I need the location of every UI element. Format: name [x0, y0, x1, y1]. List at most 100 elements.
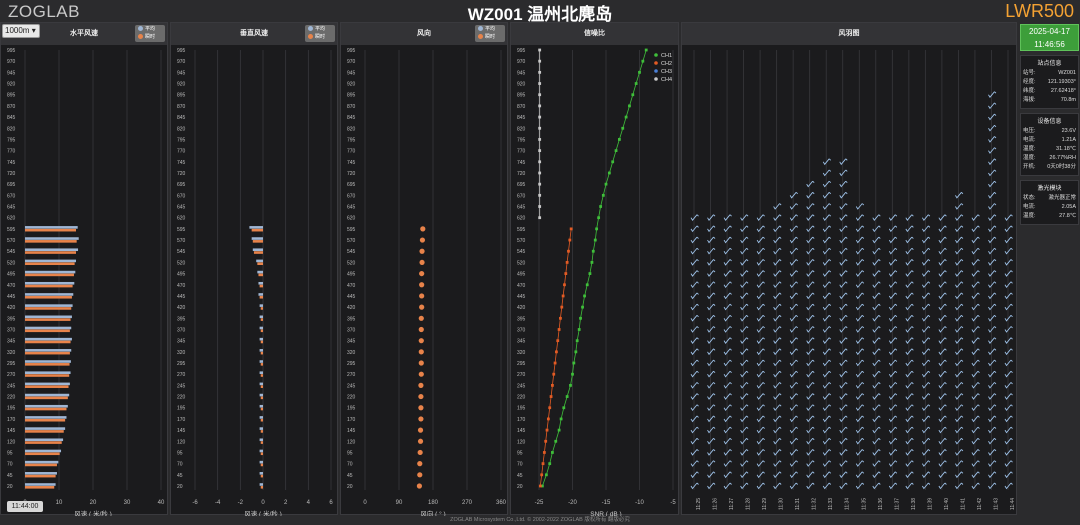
snr-point	[581, 305, 584, 309]
panel-vertical-speed: 垂直风速 平均 瞬时 -6 -4 -2 0 2 4 6 风速 ( 米/秒 ) 995 970 945…	[170, 22, 338, 516]
wind-barb	[921, 337, 931, 344]
wind-barb	[839, 482, 848, 490]
wind-barb	[723, 382, 732, 389]
wind-barb	[872, 326, 881, 333]
wind-barb	[971, 326, 980, 333]
wind-barb	[872, 281, 881, 289]
info-row: 纬度: 27.62418°	[1023, 87, 1076, 96]
y-tick-label: 570	[7, 238, 16, 244]
wind-barb	[988, 270, 997, 277]
bar-avg	[258, 281, 263, 285]
wind-barb	[839, 370, 848, 378]
wind-barb	[756, 236, 765, 244]
wind-barb	[822, 247, 832, 255]
snr-point	[554, 439, 558, 443]
y-tick-label: 595	[7, 227, 16, 233]
snr-point	[546, 417, 550, 421]
height-range-select[interactable]: 1000m ▾	[2, 24, 40, 38]
wind-barb	[921, 471, 931, 479]
y-tick-label: 170	[177, 417, 186, 423]
wind-barb	[690, 415, 699, 423]
wind-barb	[690, 382, 699, 389]
snr-point	[540, 473, 544, 477]
x-tick-label: 11:39	[927, 498, 933, 510]
wind-barb	[988, 337, 997, 344]
y-tick-label: 820	[177, 126, 186, 132]
snr-point	[631, 93, 635, 97]
wind-barb	[955, 247, 964, 255]
wind-barb	[806, 348, 815, 356]
wind-barb	[690, 460, 699, 467]
direction-point	[418, 393, 424, 400]
wind-barb	[690, 426, 699, 434]
x-tick-label: 11:34	[845, 498, 851, 510]
wind-barb	[971, 270, 980, 277]
y-tick-label: 220	[347, 395, 356, 401]
wind-barb	[839, 382, 848, 389]
wind-barb	[789, 482, 798, 490]
info-value: 1.21A	[1061, 137, 1076, 143]
wind-barb	[723, 449, 732, 456]
wind-barb	[723, 270, 732, 277]
wind-barb	[839, 180, 848, 188]
y-tick-label: 495	[347, 272, 356, 278]
wind-barb	[988, 426, 997, 434]
wind-barb	[905, 292, 914, 300]
bar-inst	[25, 273, 74, 277]
bar-avg	[259, 382, 263, 386]
wind-barb	[839, 158, 848, 166]
wind-barb	[707, 359, 716, 367]
y-tick-label: 445	[347, 294, 356, 300]
wind-barb	[707, 326, 716, 333]
wind-barb	[905, 426, 914, 434]
wind-barb	[888, 482, 898, 490]
y-tick-label: 970	[347, 59, 356, 65]
y-tick-label: 820	[347, 126, 356, 132]
wind-barb	[988, 370, 997, 378]
panel-wind-barbs: 风羽图 11:25 11:26 11:27 11:28 11:29 11:30 11:31 1…	[681, 22, 1017, 515]
wind-barb	[872, 259, 881, 266]
wind-barb	[839, 192, 848, 199]
wind-barb	[872, 460, 881, 467]
wind-barb	[905, 326, 914, 333]
wind-barb	[690, 449, 699, 456]
wind-barb	[756, 482, 765, 490]
wind-barb	[789, 471, 798, 479]
wind-barb	[740, 270, 749, 277]
legend-avg: 平均	[145, 26, 156, 32]
wind-barb	[1004, 270, 1013, 277]
y-tick-label: 95	[517, 450, 523, 456]
wind-barb	[740, 449, 749, 456]
wind-barb	[723, 359, 732, 367]
y-tick-label: 95	[7, 450, 13, 456]
bar-inst	[25, 251, 76, 254]
x-tick-label: 11:28	[746, 498, 752, 510]
bar-inst	[25, 430, 64, 433]
wind-barb	[773, 482, 782, 490]
wind-barb	[921, 415, 931, 423]
wind-barb	[740, 471, 749, 479]
legend[interactable]: 平均 瞬时	[135, 25, 165, 42]
y-tick-label: 245	[177, 383, 186, 389]
wind-barb	[1004, 359, 1013, 367]
y-tick-label: 845	[177, 115, 186, 121]
legend[interactable]: 平均 瞬时	[305, 25, 335, 42]
time-chip[interactable]: 11:44:00	[7, 501, 43, 512]
wind-barb	[921, 348, 931, 356]
bar-inst	[259, 284, 263, 288]
wind-barb	[938, 382, 947, 389]
legend[interactable]: 平均 瞬时	[475, 25, 505, 42]
info-row: 状态: 激光器正常	[1023, 194, 1076, 203]
y-tick-label: 195	[177, 406, 186, 412]
wind-barb	[690, 259, 699, 266]
wind-barb	[707, 303, 716, 311]
wind-barb	[1004, 259, 1013, 266]
x-tick-label: 11:25	[696, 498, 702, 510]
x-tick-label: 30	[124, 500, 131, 506]
bar-inst	[260, 307, 263, 310]
avg-dot-icon	[308, 26, 313, 32]
bar-inst	[25, 351, 70, 355]
wind-barb	[690, 326, 699, 333]
wind-barb	[789, 225, 798, 233]
wind-barb	[988, 348, 997, 356]
